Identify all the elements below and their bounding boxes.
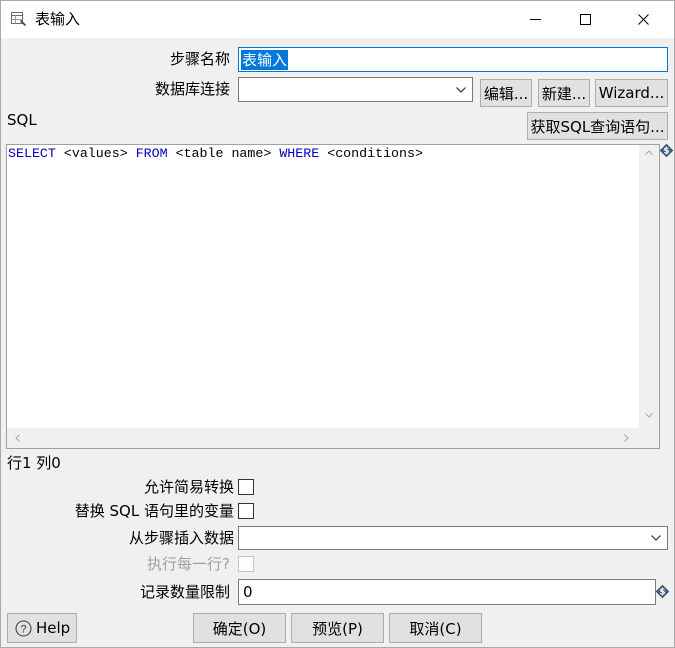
execute-each-row-label: 执行每一行?	[147, 555, 230, 573]
scroll-up-icon[interactable]	[645, 150, 653, 155]
svg-text:$: $	[660, 588, 666, 598]
table-input-icon	[11, 12, 27, 27]
help-button[interactable]: ? Help	[7, 613, 77, 643]
sql-label: SQL	[7, 111, 37, 129]
step-name-selected-text: 表输入	[241, 49, 289, 70]
sql-editor[interactable]: SELECT <values> FROM <table name> WHERE …	[6, 144, 660, 449]
close-button[interactable]	[620, 0, 666, 38]
scrollbar-corner	[639, 428, 659, 448]
connection-label: 数据库连接	[154, 80, 230, 98]
edit-connection-button[interactable]: 编辑...	[480, 79, 532, 107]
minimize-button[interactable]	[512, 0, 558, 38]
replace-variables-label: 替换 SQL 语句里的变量	[74, 502, 234, 520]
scroll-left-icon[interactable]	[15, 434, 20, 442]
horizontal-scrollbar[interactable]	[7, 428, 639, 448]
sql-keyword: FROM	[135, 146, 168, 161]
scroll-down-icon[interactable]	[645, 413, 653, 418]
limit-value: 0	[243, 583, 253, 601]
help-label: Help	[36, 619, 71, 637]
maximize-icon	[579, 13, 591, 25]
svg-text:?: ?	[20, 623, 26, 635]
limit-label: 记录数量限制	[139, 583, 230, 601]
minimize-icon	[529, 18, 541, 20]
sql-text: <values>	[55, 146, 136, 161]
variable-dollar-icon[interactable]: $	[660, 144, 673, 157]
help-circle-icon: ?	[15, 620, 32, 636]
window-title: 表输入	[35, 10, 81, 28]
lazy-conversion-label: 允许简易转换	[143, 478, 234, 496]
step-name-label: 步骤名称	[169, 50, 230, 68]
replace-variables-checkbox[interactable]	[238, 503, 254, 519]
svg-text:$: $	[664, 147, 670, 157]
cursor-position: 行1 列0	[7, 454, 61, 472]
sql-code-line: SELECT <values> FROM <table name> WHERE …	[8, 146, 423, 162]
sql-keyword: WHERE	[279, 146, 320, 161]
sql-keyword: SELECT	[8, 146, 56, 161]
limit-input[interactable]: 0	[238, 579, 656, 605]
maximize-button[interactable]	[562, 0, 608, 38]
chevron-down-icon[interactable]	[456, 86, 466, 93]
ok-button[interactable]: 确定(O)	[193, 613, 286, 643]
insert-from-step-select[interactable]	[238, 526, 668, 550]
cancel-button[interactable]: 取消(C)	[389, 613, 482, 643]
close-icon	[637, 13, 649, 25]
vertical-scrollbar[interactable]	[639, 145, 659, 428]
wizard-button[interactable]: Wizard...	[595, 79, 668, 107]
sql-text: <table name>	[167, 146, 280, 161]
variable-dollar-icon[interactable]: $	[656, 585, 669, 598]
title-bar[interactable]: 表输入	[0, 0, 675, 38]
sql-text: <conditions>	[319, 146, 423, 161]
chevron-down-icon[interactable]	[651, 535, 661, 541]
execute-each-row-checkbox[interactable]	[238, 556, 254, 572]
scroll-right-icon[interactable]	[624, 434, 629, 442]
connection-select[interactable]	[238, 77, 473, 102]
get-sql-button[interactable]: 获取SQL查询语句...	[527, 112, 668, 140]
preview-button[interactable]: 预览(P)	[291, 613, 384, 643]
lazy-conversion-checkbox[interactable]	[238, 479, 254, 495]
step-name-input[interactable]: 表输入	[238, 47, 668, 72]
insert-from-step-label: 从步骤插入数据	[128, 529, 234, 547]
new-connection-button[interactable]: 新建...	[538, 79, 590, 107]
